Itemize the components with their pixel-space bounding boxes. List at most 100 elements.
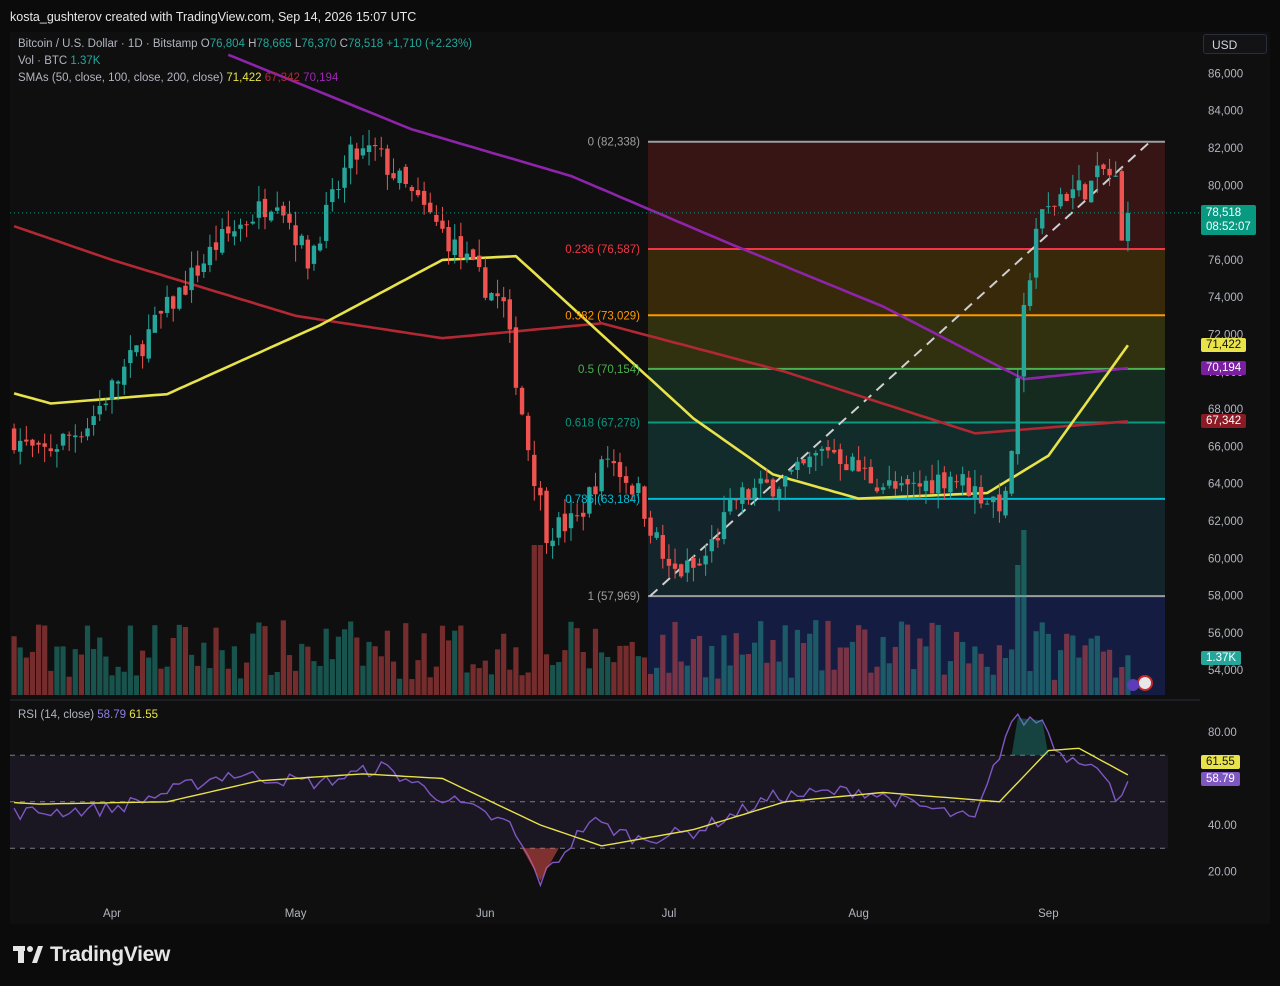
candle-body[interactable] bbox=[770, 479, 776, 497]
candle-body[interactable] bbox=[85, 428, 90, 437]
candle-body[interactable] bbox=[544, 490, 549, 544]
candle-body[interactable] bbox=[232, 231, 237, 237]
candle-body[interactable] bbox=[893, 481, 898, 489]
candle-body[interactable] bbox=[79, 436, 84, 438]
candle-body[interactable] bbox=[268, 211, 274, 221]
time-axis-label[interactable]: Sep bbox=[1038, 908, 1058, 920]
candle-body[interactable] bbox=[477, 255, 482, 268]
candle-body[interactable] bbox=[97, 405, 102, 415]
candle-body[interactable] bbox=[1040, 209, 1045, 229]
candle-body[interactable] bbox=[311, 245, 317, 264]
candle-body[interactable] bbox=[923, 480, 929, 492]
candle-body[interactable] bbox=[195, 265, 200, 276]
candle-body[interactable] bbox=[1021, 304, 1027, 377]
candle-body[interactable] bbox=[391, 173, 396, 179]
candle-body[interactable] bbox=[574, 515, 580, 517]
rsi-legend[interactable]: RSI (14, close) 58.79 61.55 bbox=[18, 709, 158, 721]
event-marker-icon[interactable] bbox=[1127, 679, 1139, 691]
candle-body[interactable] bbox=[1015, 378, 1020, 455]
candle-body[interactable] bbox=[929, 480, 935, 494]
candle-body[interactable] bbox=[446, 227, 451, 252]
candle-body[interactable] bbox=[36, 442, 41, 445]
candle-body[interactable] bbox=[483, 267, 488, 298]
candle-body[interactable] bbox=[905, 479, 910, 485]
candle-body[interactable] bbox=[648, 517, 653, 536]
candle-body[interactable] bbox=[1095, 165, 1100, 178]
candle-body[interactable] bbox=[758, 478, 763, 484]
candle-body[interactable] bbox=[495, 293, 500, 297]
price-axis-tick[interactable]: 58,000 bbox=[1208, 591, 1243, 603]
candle-body[interactable] bbox=[966, 477, 971, 496]
candle-body[interactable] bbox=[617, 462, 623, 478]
candle-body[interactable] bbox=[287, 213, 292, 223]
candle-body[interactable] bbox=[213, 242, 219, 250]
candle-body[interactable] bbox=[666, 558, 672, 566]
candle-body[interactable] bbox=[1119, 171, 1124, 241]
candle-body[interactable] bbox=[623, 476, 629, 483]
candle-body[interactable] bbox=[1082, 184, 1088, 200]
candle-body[interactable] bbox=[954, 481, 959, 483]
candle-body[interactable] bbox=[868, 466, 874, 484]
candle-body[interactable] bbox=[948, 476, 953, 493]
candle-body[interactable] bbox=[317, 243, 323, 251]
candle-body[interactable] bbox=[1089, 180, 1094, 203]
candle-body[interactable] bbox=[813, 452, 818, 456]
candle-body[interactable] bbox=[158, 310, 164, 314]
candle-body[interactable] bbox=[177, 287, 182, 309]
candle-body[interactable] bbox=[721, 512, 727, 540]
candle-body[interactable] bbox=[103, 403, 109, 406]
candle-body[interactable] bbox=[42, 443, 47, 447]
candle-body[interactable] bbox=[936, 474, 941, 494]
candle-body[interactable] bbox=[489, 293, 494, 301]
candle-body[interactable] bbox=[262, 198, 268, 218]
candle-body[interactable] bbox=[342, 167, 347, 188]
candle-body[interactable] bbox=[18, 440, 23, 452]
candle-body[interactable] bbox=[1009, 450, 1014, 494]
candle-body[interactable] bbox=[789, 469, 794, 472]
candle-body[interactable] bbox=[899, 483, 904, 486]
fibonacci-retracement[interactable] bbox=[648, 139, 1165, 695]
symbol-title[interactable]: Bitcoin / U.S. Dollar · 1D · Bitstamp bbox=[18, 38, 198, 50]
candle-body[interactable] bbox=[452, 239, 457, 256]
candle-body[interactable] bbox=[372, 145, 378, 147]
time-axis-label[interactable]: Jul bbox=[662, 908, 677, 920]
price-axis-tick[interactable]: 56,000 bbox=[1208, 628, 1243, 640]
candle-body[interactable] bbox=[685, 560, 690, 573]
candle-body[interactable] bbox=[397, 170, 402, 183]
candle-body[interactable] bbox=[819, 448, 825, 451]
candle-body[interactable] bbox=[801, 459, 806, 464]
candle-body[interactable] bbox=[672, 563, 678, 569]
candle-body[interactable] bbox=[660, 535, 665, 559]
candle-body[interactable] bbox=[856, 460, 861, 472]
candle-body[interactable] bbox=[678, 564, 684, 577]
rsi-axis-tick[interactable]: 80.00 bbox=[1208, 727, 1237, 739]
candle-body[interactable] bbox=[275, 207, 280, 211]
sma-label[interactable]: SMAs (50, close, 100, close, 200, close) bbox=[18, 72, 223, 84]
candle-body[interactable] bbox=[911, 482, 916, 484]
candle-body[interactable] bbox=[428, 202, 433, 213]
price-axis-tick[interactable]: 84,000 bbox=[1208, 106, 1243, 118]
candle-body[interactable] bbox=[354, 148, 359, 160]
price-axis-tick[interactable]: 62,000 bbox=[1208, 516, 1243, 528]
symbol-legend[interactable]: Bitcoin / U.S. Dollar · 1D · Bitstamp O7… bbox=[18, 38, 472, 50]
candle-body[interactable] bbox=[807, 456, 812, 468]
candle-body[interactable] bbox=[219, 229, 225, 253]
candle-body[interactable] bbox=[201, 263, 206, 272]
candle-body[interactable] bbox=[581, 512, 586, 517]
candle-body[interactable] bbox=[538, 487, 543, 496]
sma-legend[interactable]: SMAs (50, close, 100, close, 200, close)… bbox=[18, 72, 338, 84]
candle-body[interactable] bbox=[171, 296, 176, 309]
rsi-axis-tick[interactable]: 20.00 bbox=[1208, 867, 1237, 879]
candle-body[interactable] bbox=[1125, 212, 1131, 242]
candle-body[interactable] bbox=[115, 381, 121, 384]
candle-body[interactable] bbox=[183, 285, 188, 295]
candle-body[interactable] bbox=[764, 479, 770, 483]
time-axis-label[interactable]: May bbox=[285, 908, 307, 920]
candle-body[interactable] bbox=[642, 486, 647, 519]
candle-body[interactable] bbox=[862, 467, 867, 469]
candle-body[interactable] bbox=[244, 224, 249, 226]
candle-body[interactable] bbox=[507, 299, 512, 330]
candle-body[interactable] bbox=[697, 563, 702, 566]
candle-body[interactable] bbox=[550, 540, 555, 547]
candle-body[interactable] bbox=[360, 148, 366, 156]
